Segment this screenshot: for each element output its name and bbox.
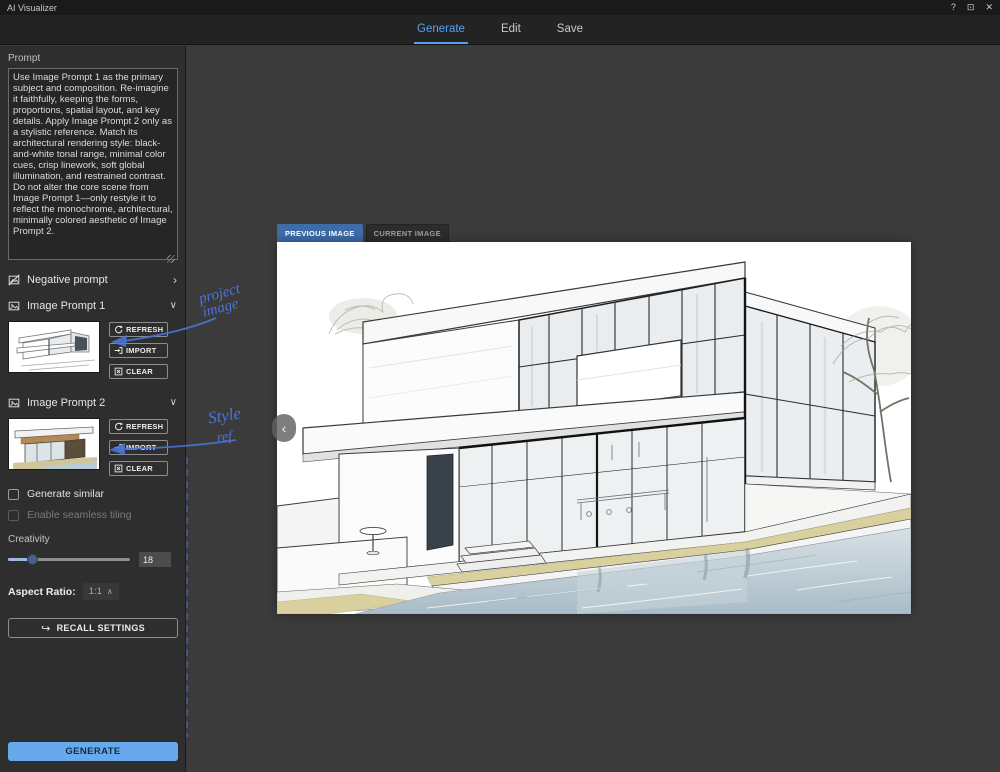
clear-button-1[interactable]: CLEAR bbox=[109, 364, 168, 379]
image-prompt-1-content: REFRESH IMPORT CLEAR bbox=[8, 321, 177, 379]
aspect-ratio-label: Aspect Ratio: bbox=[8, 586, 76, 598]
recall-arrow-icon: ↪ bbox=[41, 622, 51, 635]
image-prompt-2-label: Image Prompt 2 bbox=[27, 397, 105, 409]
chevron-left-icon: ‹ bbox=[282, 420, 287, 436]
chevron-down-icon: ∨ bbox=[170, 398, 177, 408]
image-prompt-1-label: Image Prompt 1 bbox=[27, 300, 105, 312]
tab-generate[interactable]: Generate bbox=[414, 15, 468, 44]
seamless-tiling-label: Enable seamless tiling bbox=[27, 509, 131, 521]
image-prompt-1-thumbnail[interactable] bbox=[8, 321, 100, 373]
import-button-1[interactable]: IMPORT bbox=[109, 343, 168, 358]
import-icon bbox=[114, 346, 123, 355]
refresh-label: REFRESH bbox=[126, 325, 163, 334]
main-tabbar: Generate Edit Save bbox=[0, 15, 1000, 45]
negative-prompt-label: Negative prompt bbox=[27, 274, 108, 286]
aspect-ratio-dropdown[interactable]: 1:1 ∧ bbox=[83, 583, 119, 600]
prompt-wrap: Use Image Prompt 1 as the primary subjec… bbox=[8, 68, 177, 265]
recall-settings-label: RECALL SETTINGS bbox=[57, 623, 145, 633]
creativity-row: 18 bbox=[8, 552, 177, 567]
generate-similar-label: Generate similar bbox=[27, 488, 104, 500]
thumbnail-1-sketch bbox=[9, 322, 100, 373]
clear-label: CLEAR bbox=[126, 367, 153, 376]
previous-image-arrow-button[interactable]: ‹ bbox=[272, 414, 296, 442]
import-label: IMPORT bbox=[126, 443, 156, 452]
image-prompt-1-buttons: REFRESH IMPORT CLEAR bbox=[109, 321, 168, 379]
refresh-button-1[interactable]: REFRESH bbox=[109, 322, 168, 337]
titlebar: AI Visualizer ? ⊡ ✕ bbox=[0, 0, 1000, 15]
generate-similar-row: Generate similar bbox=[8, 488, 177, 500]
creativity-value-field[interactable]: 18 bbox=[139, 552, 171, 567]
clear-icon bbox=[114, 464, 123, 473]
tab-save[interactable]: Save bbox=[554, 15, 586, 44]
image-version-tabs: PREVIOUS IMAGE CURRENT IMAGE bbox=[277, 224, 449, 243]
no-image-icon bbox=[8, 274, 20, 286]
house-rendering bbox=[277, 242, 911, 614]
aspect-ratio-value: 1:1 bbox=[89, 586, 102, 597]
chevron-down-icon: ∨ bbox=[170, 301, 177, 311]
image-prompt-2-buttons: REFRESH IMPORT CLEAR bbox=[109, 418, 168, 476]
resize-grip[interactable] bbox=[167, 255, 175, 263]
previous-image-tab[interactable]: PREVIOUS IMAGE bbox=[277, 224, 363, 243]
creativity-label: Creativity bbox=[8, 534, 177, 545]
current-image-tab[interactable]: CURRENT IMAGE bbox=[366, 224, 449, 243]
seamless-tiling-row: Enable seamless tiling bbox=[8, 509, 177, 521]
tab-edit[interactable]: Edit bbox=[498, 15, 524, 44]
import-label: IMPORT bbox=[126, 346, 156, 355]
clear-button-2[interactable]: CLEAR bbox=[109, 461, 168, 476]
chevron-right-icon: › bbox=[173, 274, 177, 286]
prompt-textarea[interactable]: Use Image Prompt 1 as the primary subjec… bbox=[8, 68, 178, 260]
aspect-ratio-row: Aspect Ratio: 1:1 ∧ bbox=[8, 583, 177, 600]
clear-icon bbox=[114, 367, 123, 376]
image-preview[interactable]: ‹ bbox=[277, 242, 911, 614]
image-prompt-1-section[interactable]: Image Prompt 1 ∨ bbox=[8, 294, 177, 317]
refresh-icon bbox=[114, 422, 123, 431]
image-prompt-2-content: REFRESH IMPORT CLEAR bbox=[8, 418, 177, 476]
caret-up-icon: ∧ bbox=[107, 587, 113, 596]
import-icon bbox=[114, 443, 123, 452]
seamless-tiling-checkbox[interactable] bbox=[8, 510, 19, 521]
settings-sidebar: Prompt Use Image Prompt 1 as the primary… bbox=[0, 46, 186, 772]
help-icon[interactable]: ? bbox=[951, 3, 956, 12]
image-icon bbox=[8, 300, 20, 312]
image-prompt-2-section[interactable]: Image Prompt 2 ∨ bbox=[8, 391, 177, 414]
clear-label: CLEAR bbox=[126, 464, 153, 473]
window-controls: ? ⊡ ✕ bbox=[951, 3, 993, 12]
negative-prompt-section[interactable]: Negative prompt › bbox=[8, 268, 177, 291]
image-icon bbox=[8, 397, 20, 409]
recall-settings-button[interactable]: ↪ RECALL SETTINGS bbox=[8, 618, 178, 638]
canvas-area: PREVIOUS IMAGE CURRENT IMAGE bbox=[187, 46, 1000, 772]
image-prompt-2-thumbnail[interactable] bbox=[8, 418, 100, 470]
thumbnail-2-render bbox=[9, 419, 100, 470]
generate-similar-checkbox[interactable] bbox=[8, 489, 19, 500]
app-title: AI Visualizer bbox=[7, 3, 57, 13]
refresh-button-2[interactable]: REFRESH bbox=[109, 419, 168, 434]
import-button-2[interactable]: IMPORT bbox=[109, 440, 168, 455]
refresh-label: REFRESH bbox=[126, 422, 163, 431]
refresh-icon bbox=[114, 325, 123, 334]
close-icon[interactable]: ✕ bbox=[985, 3, 993, 12]
slider-thumb[interactable] bbox=[27, 554, 38, 565]
creativity-slider[interactable] bbox=[8, 558, 130, 561]
generate-button[interactable]: GENERATE bbox=[8, 742, 178, 761]
prompt-label: Prompt bbox=[8, 53, 177, 64]
pin-icon[interactable]: ⊡ bbox=[967, 3, 975, 12]
